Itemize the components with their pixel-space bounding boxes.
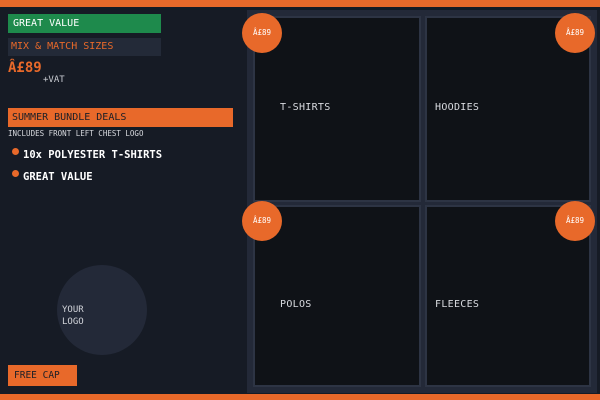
feature-label: GREAT VALUE — [23, 171, 93, 183]
logo-line-2: LOGO — [62, 317, 84, 327]
bundle-subtitle: INCLUDES FRONT LEFT CHEST LOGO — [8, 129, 144, 138]
feature-item: GREAT VALUE — [12, 170, 93, 184]
top-accent-bar — [0, 0, 600, 7]
price-badge: Â£89 — [555, 201, 595, 241]
product-label: T-SHIRTS — [280, 102, 331, 113]
logo-placeholder-text: YOUR LOGO — [62, 304, 102, 328]
bullet-dot-icon — [12, 148, 19, 155]
bottom-accent-bar — [0, 394, 600, 400]
free-cap-tag: FREE CAP — [8, 365, 77, 386]
price-badge: Â£89 — [555, 13, 595, 53]
bullet-dot-icon — [12, 170, 19, 177]
price-badge: Â£89 — [242, 13, 282, 53]
product-label: FLEECES — [435, 299, 480, 310]
product-grid: T-SHIRTS HOODIES POLOS FLEECES — [247, 10, 597, 393]
vat-label: +VAT — [43, 75, 65, 85]
logo-placeholder: YOUR LOGO — [57, 265, 147, 355]
price: Â£89 — [8, 60, 42, 76]
feature-item: 10x POLYESTER T-SHIRTS — [12, 148, 162, 162]
bundle-title: SUMMER BUNDLE DEALS — [8, 108, 233, 127]
mix-match-tag: MIX & MATCH SIZES — [8, 38, 161, 56]
great-value-tag: GREAT VALUE — [8, 14, 161, 33]
product-label: HOODIES — [435, 102, 480, 113]
feature-label: 10x POLYESTER T-SHIRTS — [23, 149, 163, 161]
price-badge: Â£89 — [242, 201, 282, 241]
product-label: POLOS — [280, 299, 312, 310]
logo-line-1: YOUR — [62, 305, 84, 315]
